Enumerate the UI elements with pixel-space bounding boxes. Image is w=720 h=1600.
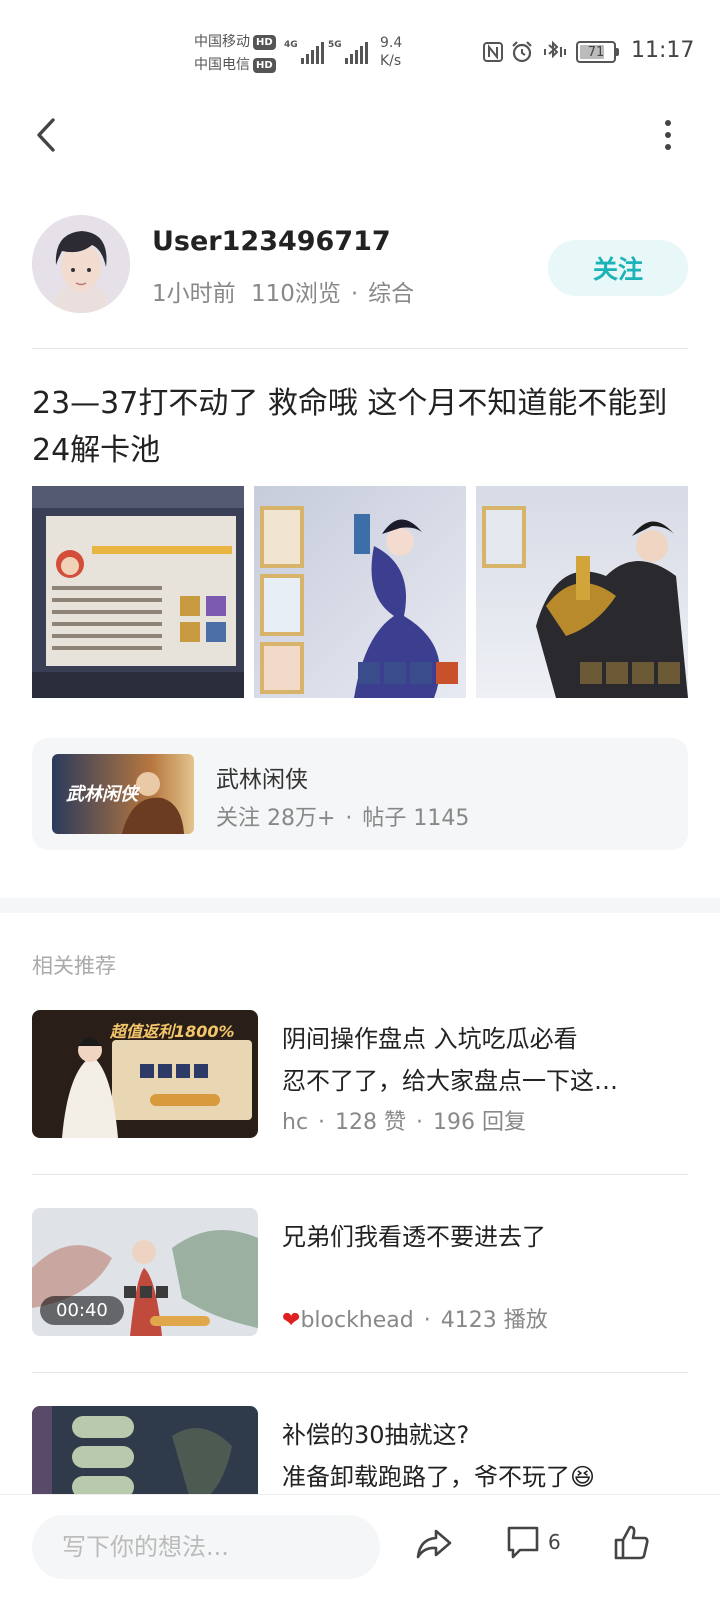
- game-community-card[interactable]: 武林闲侠 武林闲侠 关注 28万+ · 帖子 1145: [32, 738, 688, 850]
- title-line: 阴间操作盘点 入坑吃瓜必看: [282, 1025, 578, 1053]
- battery-icon: 71: [576, 41, 619, 63]
- related-item-title: 兄弟们我看透不要进去了: [282, 1216, 682, 1258]
- game-thumbnail: 武林闲侠: [52, 754, 194, 834]
- game-followers: 关注 28万+: [216, 806, 336, 831]
- related-item[interactable]: 补偿的30抽就这? 准备卸载跑路了，爷不玩了😆: [32, 1406, 688, 1494]
- signal-5g-icon: 5G: [328, 40, 368, 64]
- related-item-thumbnail: 00:40: [32, 1208, 258, 1336]
- nfc-icon: [483, 42, 503, 62]
- game-stats: 关注 28万+ · 帖子 1145: [216, 806, 470, 831]
- more-options-button[interactable]: [648, 112, 688, 158]
- clock: 11:17: [631, 38, 695, 63]
- post-category: 综合: [368, 281, 415, 307]
- related-item-author: hc: [282, 1110, 309, 1135]
- speed-unit: K/s: [380, 53, 402, 69]
- post-meta: 1小时前 110浏览 · 综合: [152, 281, 415, 307]
- network-speed: 9.4 K/s: [380, 34, 402, 70]
- battery-level: 71: [587, 44, 605, 60]
- game-logo: 武林闲侠: [66, 784, 138, 805]
- carrier-2-name: 中国电信: [194, 57, 250, 73]
- related-section-title: 相关推荐: [32, 954, 116, 978]
- carrier-1: 中国移动 HD: [194, 31, 276, 53]
- related-item-meta: hc · 128 赞 · 196 回复: [282, 1110, 527, 1135]
- section-divider: [0, 898, 720, 913]
- comment-count: 6: [548, 1530, 561, 1554]
- comment-button[interactable]: 6: [504, 1523, 561, 1561]
- divider: [32, 348, 688, 349]
- avatar-portrait-icon: [32, 215, 130, 313]
- related-item-thumbnail: [32, 1406, 258, 1494]
- related-item-author: blockhead: [300, 1308, 414, 1333]
- carrier-2: 中国电信 HD: [194, 54, 276, 76]
- post-time: 1小时前: [152, 281, 236, 307]
- author-avatar[interactable]: [32, 215, 130, 313]
- related-item-meta: ❤blockhead · 4123 播放: [282, 1308, 548, 1333]
- thumbs-up-icon: [614, 1525, 649, 1560]
- related-item[interactable]: 超值返利1800% 阴间操作盘点 入坑吃瓜必看 忍不了了，给大家盘点一下这… h…: [32, 1010, 688, 1138]
- speed-value: 9.4: [380, 35, 403, 51]
- game-post-count: 帖子 1145: [362, 806, 470, 831]
- post-image-3[interactable]: [476, 486, 688, 698]
- hd-badge: HD: [253, 58, 276, 73]
- carrier-1-name: 中国移动: [194, 34, 250, 50]
- comment-icon: [507, 1526, 539, 1559]
- heart-icon: ❤: [282, 1308, 301, 1333]
- status-bar: 中国移动 HD 中国电信 HD 4G 5G 9.4 K/s 71 11:17: [0, 0, 720, 96]
- network-type-2: 5G: [328, 40, 342, 50]
- network-type-1: 4G: [284, 40, 298, 50]
- back-button[interactable]: [26, 110, 66, 160]
- share-button[interactable]: [414, 1523, 454, 1563]
- title-line: 补偿的30抽就这?: [282, 1421, 470, 1449]
- hd-badge: HD: [253, 35, 276, 50]
- signal-4g-icon: 4G: [284, 40, 324, 64]
- alarm-icon: [512, 41, 532, 63]
- like-button[interactable]: [612, 1523, 652, 1563]
- video-duration: 00:40: [40, 1296, 124, 1325]
- bluetooth-vibrate-icon: [544, 40, 566, 59]
- author-name[interactable]: User123496717: [152, 226, 391, 257]
- related-item-thumbnail: 超值返利1800%: [32, 1010, 258, 1138]
- share-icon: [416, 1529, 452, 1559]
- title-line: 准备卸载跑路了，爷不玩了😆: [282, 1463, 596, 1491]
- like-count: 128 赞: [335, 1110, 407, 1135]
- chevron-left-icon: [37, 118, 55, 152]
- related-item-title: 阴间操作盘点 入坑吃瓜必看 忍不了了，给大家盘点一下这…: [282, 1018, 682, 1102]
- more-dot-icon: [665, 132, 671, 138]
- divider: [32, 1372, 688, 1373]
- play-count: 4123 播放: [440, 1308, 548, 1333]
- related-item[interactable]: 00:40 兄弟们我看透不要进去了 ❤blockhead · 4123 播放: [32, 1208, 688, 1336]
- thumbnail-banner: 超值返利1800%: [110, 1022, 235, 1041]
- comment-input[interactable]: [32, 1515, 380, 1579]
- title-line: 忍不了了，给大家盘点一下这…: [282, 1067, 618, 1095]
- title-line: 兄弟们我看透不要进去了: [282, 1223, 546, 1251]
- follow-button[interactable]: 关注: [548, 240, 688, 296]
- related-item-title: 补偿的30抽就这? 准备卸载跑路了，爷不玩了😆: [282, 1414, 682, 1494]
- view-count: 110浏览: [250, 281, 341, 307]
- status-icons: 71: [482, 40, 619, 64]
- more-dot-icon: [665, 144, 671, 150]
- post-title: 23—37打不动了 救命哦 这个月不知道能不能到24解卡池: [32, 386, 668, 468]
- bottom-bar: 6: [0, 1494, 720, 1600]
- post-image-2[interactable]: [254, 486, 466, 698]
- game-name: 武林闲侠: [216, 767, 308, 793]
- post-image-1[interactable]: [32, 486, 244, 698]
- more-dot-icon: [665, 120, 671, 126]
- divider: [32, 1174, 688, 1175]
- reply-count: 196 回复: [433, 1110, 527, 1135]
